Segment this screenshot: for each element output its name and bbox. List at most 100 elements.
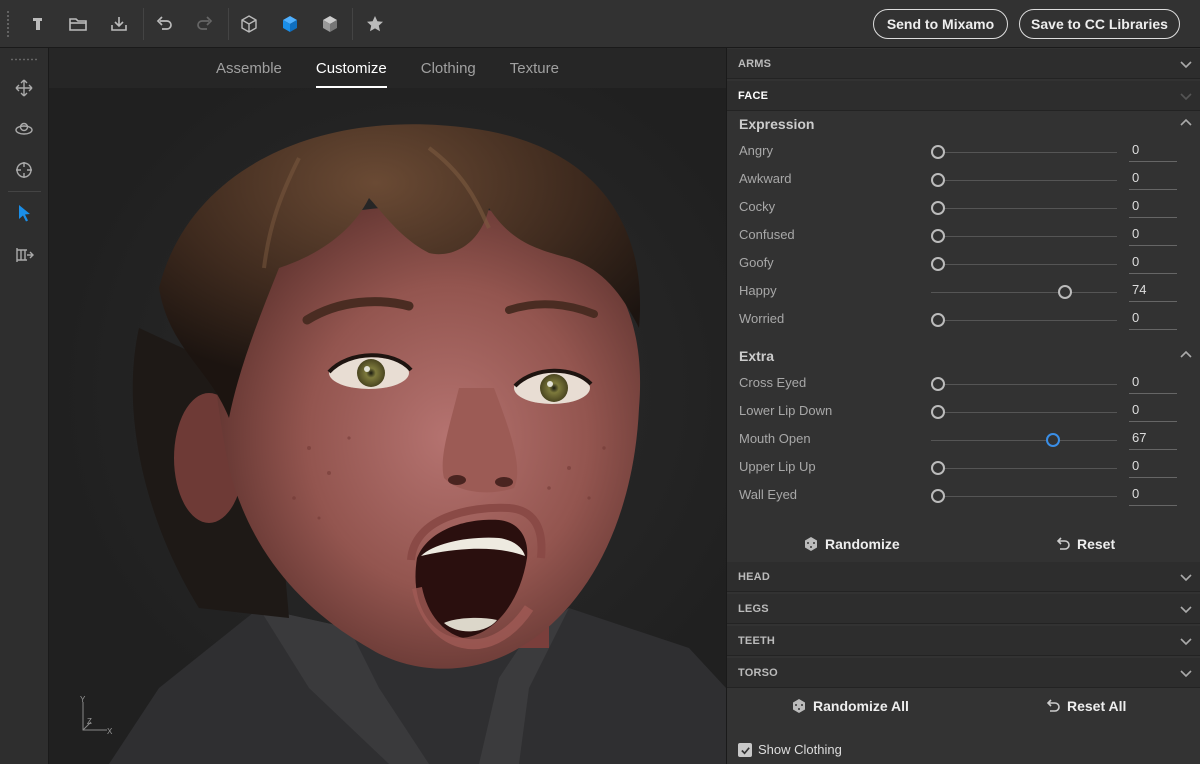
slider-value-field[interactable]: 0 [1129,252,1177,274]
export-pose-icon[interactable] [10,241,38,269]
slider-knob[interactable] [931,405,945,419]
slider-value-field[interactable]: 0 [1129,456,1177,478]
reset-icon [1056,537,1070,550]
star-icon[interactable] [361,10,389,38]
section-face[interactable]: FACE [727,81,1200,111]
slider-track[interactable] [931,412,1117,413]
expression-title: Expression [739,116,815,132]
slider-track[interactable] [931,384,1117,385]
slider-knob[interactable] [931,461,945,475]
character-render[interactable] [49,88,726,764]
slider-track[interactable] [931,292,1117,293]
slider-track[interactable] [931,468,1117,469]
slider-value-field[interactable]: 0 [1129,400,1177,422]
slider-track[interactable] [931,152,1117,153]
subsection-extra[interactable]: Extra [727,343,1200,369]
orbit-icon[interactable] [10,115,38,143]
slider-label: Cocky [739,199,776,214]
slider-knob[interactable] [931,173,945,187]
section-arms[interactable]: ARMS [727,49,1200,79]
slider-row: Worried 0 [727,306,1200,334]
slider-value-field[interactable]: 0 [1129,140,1177,162]
tab-texture[interactable]: Texture [493,48,576,88]
slider-track[interactable] [931,496,1117,497]
slider-row: Upper Lip Up 0 [727,454,1200,482]
show-clothing-checkbox[interactable] [738,743,752,757]
tab-clothing[interactable]: Clothing [404,48,493,88]
reset-button[interactable]: Reset [1055,532,1115,556]
section-head[interactable]: HEAD [727,562,1200,592]
section-teeth[interactable]: TEETH [727,626,1200,656]
slider-knob[interactable] [931,257,945,271]
slider-track[interactable] [931,320,1117,321]
chevron-down-icon [1180,574,1192,582]
section-torso[interactable]: TORSO [727,658,1200,688]
slider-value-field[interactable]: 67 [1129,428,1177,450]
slider-knob[interactable] [931,229,945,243]
new-icon[interactable] [24,10,52,38]
axis-y-label: Y [80,696,86,704]
slider-track[interactable] [931,208,1117,209]
slider-track[interactable] [931,264,1117,265]
slider-value-field[interactable]: 0 [1129,372,1177,394]
slider-track[interactable] [931,440,1117,441]
target-icon[interactable] [10,156,38,184]
cube-outline-icon[interactable] [235,10,263,38]
open-folder-icon[interactable] [64,10,92,38]
randomize-button[interactable]: Randomize [803,532,900,556]
tab-customize[interactable]: Customize [299,48,404,88]
slider-label: Upper Lip Up [739,459,816,474]
tab-assemble[interactable]: Assemble [199,48,299,88]
slider-knob[interactable] [931,145,945,159]
slider-row: Confused 0 [727,222,1200,250]
chevron-down-icon [1180,61,1192,69]
cube-blue-icon[interactable] [276,10,304,38]
slider-value-field[interactable]: 0 [1129,196,1177,218]
slider-label: Lower Lip Down [739,403,833,418]
top-toolbar: Send to Mixamo Save to CC Libraries [0,0,1200,48]
axis-gizmo: Y Z X [77,695,117,736]
reset-icon [1046,699,1060,712]
chevron-up-icon [1180,350,1192,358]
slider-track[interactable] [931,236,1117,237]
show-clothing-label: Show Clothing [758,742,842,757]
section-legs[interactable]: LEGS [727,594,1200,624]
slider-row: Mouth Open 67 [727,426,1200,454]
reset-all-button[interactable]: Reset All [1045,694,1126,718]
slider-knob[interactable] [1046,433,1061,447]
slider-knob[interactable] [931,201,945,215]
slider-value-field[interactable]: 0 [1129,224,1177,246]
section-head-label: HEAD [738,571,770,583]
slider-row: Lower Lip Down 0 [727,398,1200,426]
slider-value-field[interactable]: 0 [1129,308,1177,330]
reset-label: Reset [1077,536,1116,552]
3d-viewport[interactable]: Assemble Customize Clothing Texture Y Z … [49,48,726,764]
toolbar-grip[interactable] [6,10,10,38]
pointer-icon[interactable] [10,199,38,227]
send-to-mixamo-button[interactable]: Send to Mixamo [873,9,1008,39]
slider-value-field[interactable]: 0 [1129,484,1177,506]
axis-z-label: Z [87,717,92,726]
slider-knob[interactable] [931,489,945,503]
axis-x-label: X [107,727,113,736]
slider-knob[interactable] [931,313,945,327]
slider-knob[interactable] [931,377,945,391]
slider-row: Goofy 0 [727,250,1200,278]
randomize-all-button[interactable]: Randomize All [791,694,909,718]
dice-icon [805,537,817,551]
slider-knob[interactable] [1058,285,1073,299]
slider-value-field[interactable]: 0 [1129,168,1177,190]
slider-row: Awkward 0 [727,166,1200,194]
undo-icon[interactable] [150,10,178,38]
save-to-cc-libraries-button[interactable]: Save to CC Libraries [1019,9,1180,39]
subsection-expression[interactable]: Expression [727,111,1200,137]
slider-label: Confused [739,227,795,242]
slider-track[interactable] [931,180,1117,181]
slider-row: Cocky 0 [727,194,1200,222]
move-icon[interactable] [10,74,38,102]
rail-grip[interactable] [10,58,38,61]
cube-gray-icon[interactable] [316,10,344,38]
import-icon[interactable] [105,10,133,38]
redo-icon[interactable] [191,10,219,38]
slider-value-field[interactable]: 74 [1129,280,1177,302]
